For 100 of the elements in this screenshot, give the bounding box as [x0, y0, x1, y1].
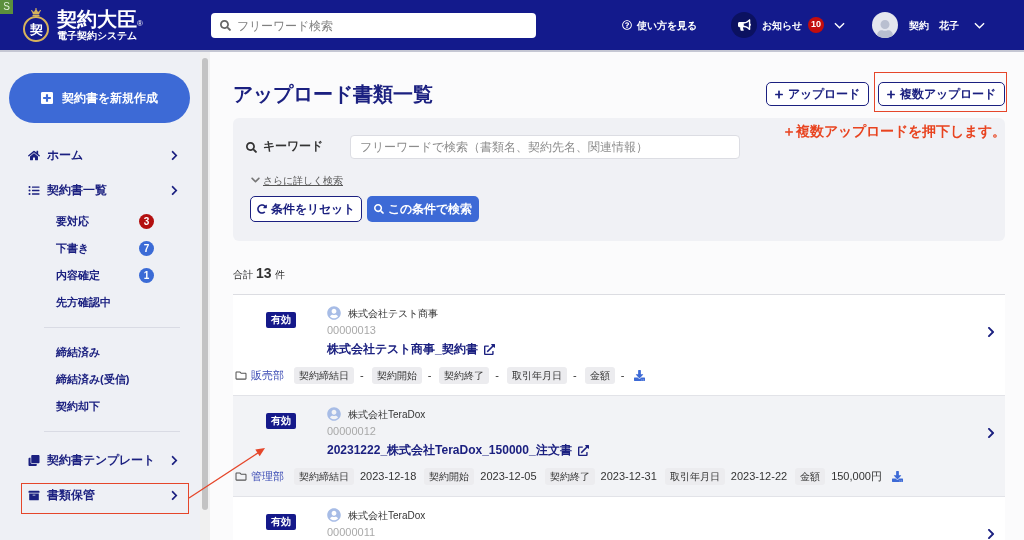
help-link[interactable]: 使い方を見る: [622, 17, 697, 33]
company-name: 株式会社TeraDox: [348, 508, 426, 523]
field-value: 150,000円: [831, 469, 882, 485]
plus-icon: [775, 89, 783, 99]
create-contract-button[interactable]: 契約書を新規作成: [9, 73, 190, 123]
chevron-right-icon: [171, 455, 178, 466]
nav-subitem[interactable]: 締結済み: [56, 339, 154, 366]
field-value: -: [495, 368, 499, 384]
document-title-link[interactable]: 20231222_株式会社TeraDox_150000_注文書: [327, 440, 589, 460]
chevron-down-icon[interactable]: [834, 21, 845, 29]
external-link-icon: [483, 343, 495, 355]
search-icon: [246, 141, 257, 153]
scrollbar-thumb[interactable]: [202, 58, 208, 510]
corner-badge: S: [0, 0, 13, 14]
reset-button[interactable]: 条件をリセット: [250, 196, 362, 222]
folder-icon: [235, 370, 247, 381]
external-link-icon: [577, 444, 589, 456]
keyword-field[interactable]: フリーワードで検索（書類名、契約先名、関連情報）: [350, 135, 740, 159]
notifications-button[interactable]: お知らせ: [762, 17, 802, 33]
avatar-icon[interactable]: [872, 12, 898, 38]
refresh-icon: [257, 204, 267, 214]
field-label: 契約開始: [424, 468, 475, 485]
chevron-right-icon: [171, 185, 178, 196]
chevron-right-icon[interactable]: [987, 528, 995, 540]
nav-subitem[interactable]: 先方確認中: [56, 289, 154, 316]
logo-subtitle: 電子契約システム: [57, 30, 138, 42]
plus-icon: [887, 89, 895, 99]
megaphone-icon[interactable]: [731, 12, 757, 38]
department-link[interactable]: 販売部: [251, 367, 284, 384]
count-badge: 3: [139, 214, 154, 229]
nav-item[interactable]: 契約書テンプレート: [20, 443, 190, 478]
nav-subitem[interactable]: 要対応 3: [56, 208, 154, 235]
field-label: 金額: [584, 367, 615, 384]
count-unit: 件: [274, 268, 285, 282]
field-value: 2023-12-05: [480, 469, 537, 485]
count-label: 合計: [233, 268, 253, 282]
keyword-label: キーワード: [263, 139, 323, 155]
department-link[interactable]: 管理部: [251, 468, 284, 485]
status-badge: 有効: [266, 412, 296, 429]
folder-icon: [235, 471, 247, 482]
field-value: 2023-12-18: [360, 469, 417, 485]
company-name: 株式会社TeraDox: [348, 407, 426, 422]
field-label: 契約終了: [439, 367, 490, 384]
count-badge: 7: [139, 241, 154, 256]
document-number: 00000012: [327, 424, 376, 439]
document-row[interactable]: 有効 株式会社TeraDox 00000012 20231222_株式会社TeraDox_150000_注文書 管理部 契約締結日 2023-12-18 契約開始 2023-12-05 契約終了 2023-12-31 取引年月日 2023-12-22 金額 150,000円: [233, 396, 1005, 497]
company-avatar-icon: [327, 306, 341, 320]
status-badge: 有効: [266, 513, 296, 530]
chevron-down-icon: [251, 175, 260, 185]
field-value: -: [427, 368, 432, 384]
nav-item[interactable]: 書類保管: [20, 478, 190, 513]
list-icon: [28, 185, 40, 196]
company-name: 株式会社テスト商事: [348, 306, 438, 321]
document-number: 00000013: [327, 323, 376, 338]
search-field[interactable]: フリーワード検索: [211, 13, 536, 38]
field-label: 契約締結日: [294, 468, 354, 485]
nav-subitem[interactable]: 契約却下: [56, 393, 154, 420]
field-value: -: [360, 368, 364, 384]
crown-icon: [31, 8, 41, 16]
logo-emblem: 契: [23, 16, 49, 42]
chevron-right-icon[interactable]: [987, 326, 995, 338]
upload-button[interactable]: アップロード: [766, 82, 869, 106]
chevron-down-icon[interactable]: [974, 21, 985, 29]
field-value: 2023-12-22: [730, 469, 788, 485]
bulk-upload-button[interactable]: 複数アップロード: [878, 82, 1005, 106]
nav-item[interactable]: ホーム: [20, 138, 190, 173]
document-row[interactable]: 有効 株式会社TeraDox 00000011: [233, 497, 1005, 540]
search-button[interactable]: この条件で検索: [367, 196, 479, 222]
user-name-button[interactable]: 契約 花子: [909, 17, 959, 33]
field-label: 取引年月日: [664, 468, 725, 485]
help-icon: [622, 20, 632, 30]
field-label: 契約開始: [371, 367, 422, 384]
search-icon: [220, 19, 231, 31]
count-badge: 1: [139, 268, 154, 283]
field-value: 2023-12-31: [600, 469, 657, 485]
notification-count: 10: [808, 17, 824, 33]
nav-subitem[interactable]: 締結済み(受信): [56, 366, 154, 393]
field-value: -: [620, 368, 625, 384]
search-icon: [374, 204, 384, 214]
document-row[interactable]: 有効 株式会社テスト商事 00000013 株式会社テスト商事_契約書 販売部 契約締結日 - 契約開始 - 契約終了 - 取引年月日 - 金額 -: [233, 295, 1005, 396]
nav-subitem[interactable]: 内容確定 1: [56, 262, 154, 289]
nav-subitem[interactable]: 下書き 7: [56, 235, 154, 262]
chevron-right-icon[interactable]: [987, 427, 995, 439]
advanced-search-link[interactable]: さらに詳しく検索: [251, 172, 343, 188]
chevron-right-icon: [171, 490, 178, 501]
download-icon[interactable]: [891, 471, 903, 482]
field-label: 契約締結日: [294, 367, 354, 384]
download-icon[interactable]: [634, 370, 646, 381]
company-avatar-icon: [327, 407, 341, 421]
annotation-note: ＋複数アップロードを押下します。: [782, 123, 1006, 141]
field-label: 契約終了: [544, 468, 595, 485]
result-count: 13: [256, 264, 272, 283]
nav-item[interactable]: 契約書一覧: [20, 173, 190, 208]
document-title-link[interactable]: 株式会社テスト商事_契約書: [327, 339, 495, 359]
field-label: 金額: [795, 468, 826, 485]
chevron-right-icon: [171, 150, 178, 161]
archive-icon: [28, 490, 40, 501]
company-avatar-icon: [327, 508, 341, 522]
page-title: アップロード書類一覧: [233, 82, 433, 107]
copy-icon: [28, 455, 40, 466]
